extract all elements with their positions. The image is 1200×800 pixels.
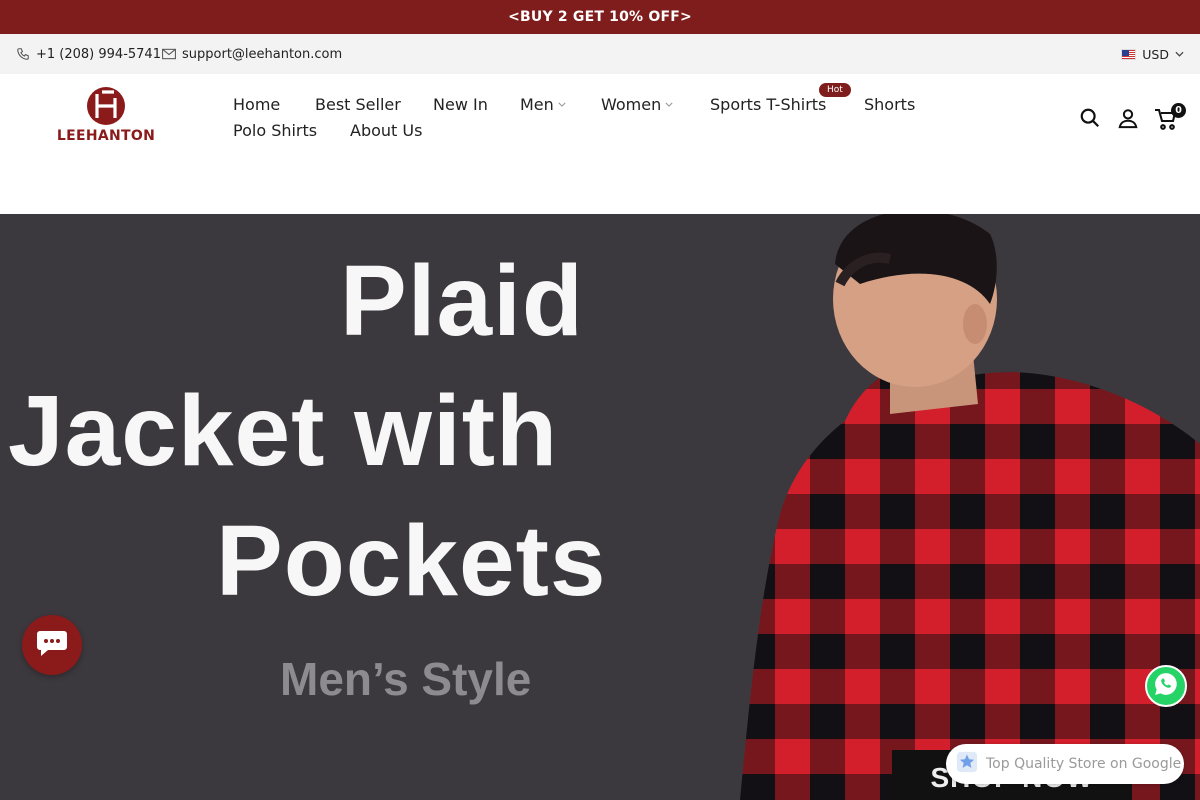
- whatsapp-icon: [1153, 671, 1179, 701]
- nav-label[interactable]: Best Seller: [315, 95, 401, 114]
- nav-label[interactable]: Polo Shirts: [233, 121, 317, 140]
- nav-label[interactable]: Men: [520, 95, 554, 114]
- email-contact[interactable]: support@leehanton.com: [162, 34, 342, 74]
- logo-text: LEEHANTON: [56, 128, 156, 144]
- cart-count-badge: 0: [1171, 103, 1186, 118]
- chevron-down-icon: [1175, 51, 1184, 57]
- mail-icon: [162, 48, 176, 60]
- nav-home[interactable]: Home: [233, 95, 280, 114]
- hero-banner[interactable]: Plaid Jacket with Pockets Men’s Style SH…: [0, 214, 1200, 800]
- nav-new-in[interactable]: New In: [433, 95, 488, 114]
- nav-women[interactable]: Women: [601, 95, 673, 114]
- user-icon[interactable]: [1117, 107, 1139, 133]
- top-utility-bar: +1 (208) 994-5741 support@leehanton.com …: [0, 34, 1200, 74]
- site-logo[interactable]: LEEHANTON: [56, 86, 156, 150]
- nav-best-seller[interactable]: Best Seller: [315, 95, 401, 114]
- email-address[interactable]: support@leehanton.com: [182, 47, 342, 62]
- whatsapp-button[interactable]: [1145, 665, 1187, 707]
- google-star-icon: [956, 751, 978, 777]
- nav-shorts[interactable]: Shorts: [864, 95, 915, 114]
- nav-about-us[interactable]: About Us: [350, 121, 422, 140]
- phone-number[interactable]: +1 (208) 994-5741: [36, 47, 161, 62]
- chevron-down-icon: [558, 100, 566, 110]
- chat-icon: [36, 629, 68, 661]
- nav-label[interactable]: Sports T-Shirts: [710, 95, 826, 114]
- hero-subtitle: Men’s Style: [280, 653, 532, 705]
- currency-label[interactable]: USD: [1142, 47, 1169, 62]
- announcement-text[interactable]: <BUY 2 GET 10% OFF>: [508, 9, 692, 25]
- nav-label[interactable]: About Us: [350, 121, 422, 140]
- chevron-down-icon: [665, 100, 673, 110]
- chat-button[interactable]: [22, 615, 82, 675]
- search-icon[interactable]: [1079, 107, 1101, 133]
- nav-label[interactable]: Home: [233, 95, 280, 114]
- logo-mark: [87, 87, 125, 125]
- hero-model-image: [740, 214, 1200, 800]
- google-badge-text[interactable]: Top Quality Store on Google: [986, 756, 1181, 772]
- phone-contact[interactable]: +1 (208) 994-5741: [16, 34, 161, 74]
- google-store-badge[interactable]: Top Quality Store on Google: [946, 744, 1184, 784]
- nav-men[interactable]: Men: [520, 95, 566, 114]
- nav-label[interactable]: Shorts: [864, 95, 915, 114]
- nav-sports-t-shirts[interactable]: Sports T-Shirts: [710, 95, 826, 114]
- nav-polo-shirts[interactable]: Polo Shirts: [233, 121, 317, 140]
- flag-icon: [1121, 48, 1137, 60]
- hero-title-line-3: Pockets: [216, 505, 607, 617]
- announcement-bar[interactable]: <BUY 2 GET 10% OFF>: [0, 0, 1200, 34]
- hero-title-line-1: Plaid: [340, 245, 584, 357]
- nav-label[interactable]: New In: [433, 95, 488, 114]
- currency-selector[interactable]: USD: [1121, 34, 1184, 74]
- nav-label[interactable]: Women: [601, 95, 661, 114]
- site-header: LEEHANTON: [0, 74, 1200, 214]
- hero-title-line-2: Jacket with: [8, 375, 559, 487]
- hot-badge: Hot: [819, 83, 851, 97]
- phone-icon: [16, 47, 30, 61]
